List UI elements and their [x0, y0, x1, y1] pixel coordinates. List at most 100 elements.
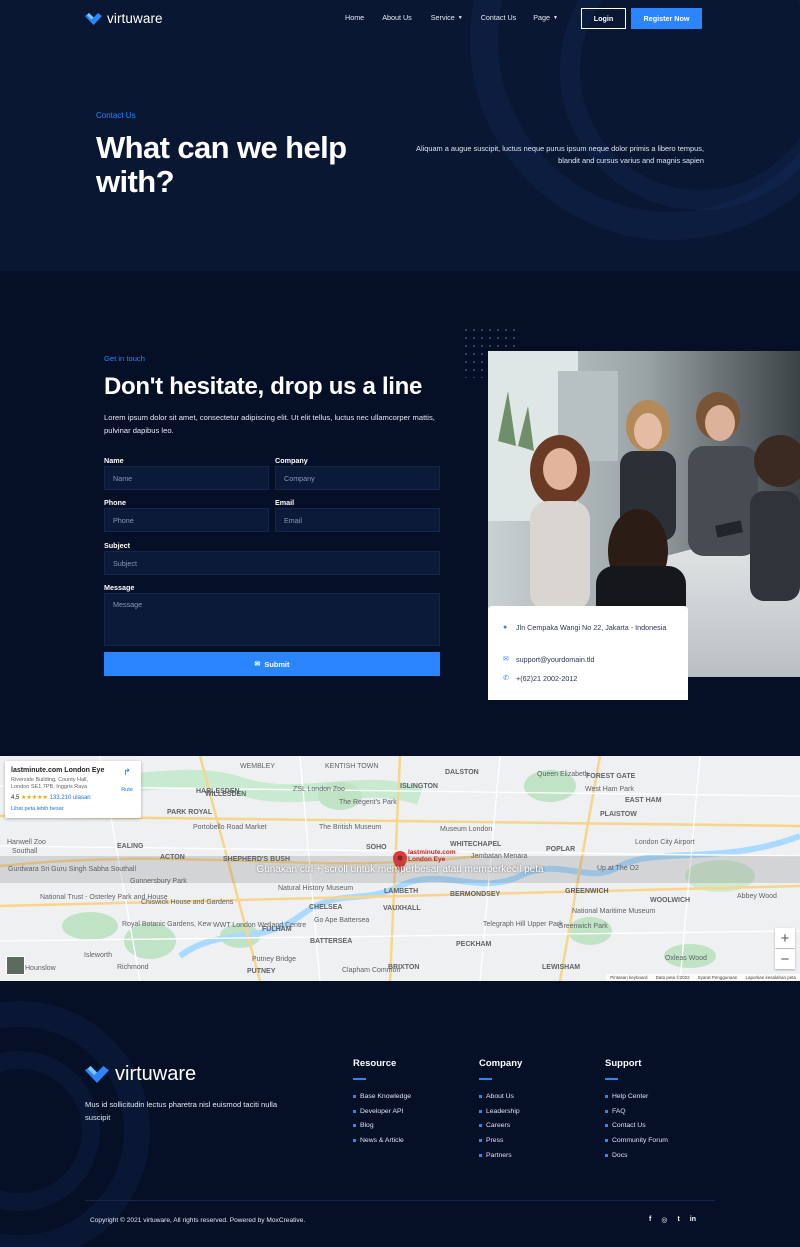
footer-link[interactable]: Community Forum — [605, 1133, 668, 1148]
section-description: Lorem ipsum dolor sit amet, consectetur … — [104, 413, 435, 435]
contact-section: Get in touch Don't hesitate, drop us a l… — [0, 271, 800, 756]
footer-link-label: Community Forum — [612, 1137, 668, 1145]
footer-link-label: News & Article — [360, 1137, 404, 1145]
logo-icon — [85, 1066, 109, 1083]
footer-link[interactable]: Press — [479, 1133, 522, 1148]
directions-icon: ↱ — [123, 767, 131, 777]
phone-row[interactable]: ✆ +(62)21 2002-2012 — [503, 673, 577, 684]
footer-column-support: Support Help Center FAQ Contact Us Commu… — [605, 1058, 668, 1163]
footer-link[interactable]: Contact Us — [605, 1119, 668, 1134]
report-error-link[interactable]: Laporkan kesalahan peta — [745, 975, 796, 980]
register-now-button[interactable]: Register Now — [631, 8, 702, 29]
larger-map-link[interactable]: Lihat peta lebih besar — [11, 806, 64, 812]
footer-link-label: Help Center — [612, 1092, 649, 1100]
svg-text:ISLINGTON: ISLINGTON — [400, 783, 438, 790]
svg-text:Portobello Road Market: Portobello Road Market — [193, 824, 267, 831]
svg-text:BRIXTON: BRIXTON — [388, 964, 419, 971]
footer-link[interactable]: Careers — [479, 1119, 522, 1134]
svg-text:WHITECHAPEL: WHITECHAPEL — [450, 841, 502, 848]
svg-text:GREENWICH: GREENWICH — [565, 888, 609, 895]
bullet-icon — [479, 1124, 482, 1128]
footer-link-label: Docs — [612, 1152, 628, 1160]
submit-button[interactable]: ✉ Submit — [104, 652, 440, 676]
nav-item-page[interactable]: Page ▼ — [533, 13, 558, 22]
svg-text:ZSL London Zoo: ZSL London Zoo — [293, 786, 345, 793]
keyboard-shortcuts-link[interactable]: Pintasan keyboard — [610, 975, 647, 980]
nav-item-contact-us[interactable]: Contact Us — [481, 13, 517, 22]
footer-link[interactable]: Partners — [479, 1148, 522, 1163]
footer-link[interactable]: FAQ — [605, 1104, 668, 1119]
bullet-icon — [353, 1094, 356, 1098]
svg-text:Greenwich Park: Greenwich Park — [558, 923, 608, 930]
address-row: ● Jln Cempaka Wangi No 22, Jakarta - Ind… — [503, 622, 678, 633]
copyright-text: Copyright © 2021 virtuware, All rights r… — [90, 1217, 306, 1224]
svg-text:WOOLWICH: WOOLWICH — [650, 897, 690, 904]
footer-link[interactable]: Help Center — [605, 1089, 668, 1104]
bullet-icon — [605, 1154, 608, 1158]
chevron-down-icon: ▼ — [457, 14, 463, 21]
footer-link[interactable]: Leadership — [479, 1104, 522, 1119]
svg-text:BATTERSEA: BATTERSEA — [310, 938, 352, 945]
svg-text:Abbey Wood: Abbey Wood — [737, 893, 777, 900]
footer-link[interactable]: About Us — [479, 1089, 522, 1104]
footer-link[interactable]: Blog — [353, 1119, 411, 1134]
footer-brand-logo[interactable]: virtuware — [85, 1063, 196, 1086]
place-rating: 4,5 ★★★★★ 133.210 ulasan — [11, 794, 91, 801]
footer-link-label: Blog — [360, 1122, 374, 1130]
email-text: support@yourdomain.tld — [516, 655, 595, 664]
site-footer: virtuware Mus id sollicitudin lectus pha… — [0, 981, 800, 1247]
nav-item-about-us[interactable]: About Us — [382, 13, 412, 22]
footer-column-title: Company — [479, 1058, 523, 1069]
company-field[interactable]: Company — [275, 466, 440, 490]
svg-text:POPLAR: POPLAR — [546, 846, 575, 853]
footer-link-label: Careers — [486, 1122, 511, 1130]
twitter-icon[interactable]: t — [677, 1216, 679, 1224]
instagram-icon[interactable]: ◎ — [661, 1216, 667, 1224]
subject-label: Subject — [104, 541, 130, 550]
svg-text:WWT London Wetland Centre: WWT London Wetland Centre — [213, 922, 306, 929]
subject-field[interactable]: Subject — [104, 551, 440, 575]
svg-text:HARLESDEN: HARLESDEN — [196, 788, 240, 795]
message-textarea[interactable]: Message — [104, 593, 440, 646]
satellite-toggle[interactable] — [6, 956, 25, 975]
linkedin-icon[interactable]: in — [690, 1216, 696, 1224]
footer-link[interactable]: Base Knowledge — [353, 1089, 411, 1104]
phone-field[interactable]: Phone — [104, 508, 269, 532]
bullet-icon — [605, 1139, 608, 1143]
email-field[interactable]: Email — [275, 508, 440, 532]
footer-link[interactable]: News & Article — [353, 1133, 411, 1148]
brand-logo[interactable]: virtuware — [85, 11, 163, 26]
nav-item-home[interactable]: Home — [345, 13, 364, 22]
place-address: Riverside Building, County Hall, London … — [11, 777, 89, 790]
name-field[interactable]: Name — [104, 466, 269, 490]
footer-link[interactable]: Developer API — [353, 1104, 411, 1119]
login-button[interactable]: Login — [581, 8, 626, 29]
nav-label: Service — [430, 13, 455, 22]
title-underline — [479, 1078, 492, 1080]
zoom-out-button[interactable]: − — [775, 949, 795, 969]
nav-item-service[interactable]: Service ▼ — [431, 13, 463, 22]
hero-description: Aliquam a augue suscipit, luctus neque p… — [416, 144, 704, 165]
bullet-icon — [479, 1139, 482, 1143]
route-label: Rute — [121, 787, 133, 793]
email-row[interactable]: ✉ support@yourdomain.tld — [503, 654, 594, 665]
hero-eyebrow: Contact Us — [96, 111, 136, 120]
nav-label: Home — [345, 13, 365, 22]
zoom-in-button[interactable]: + — [775, 928, 795, 948]
review-count[interactable]: 133.210 ulasan — [50, 795, 91, 801]
svg-text:Putney Bridge: Putney Bridge — [252, 956, 296, 963]
footer-link[interactable]: Docs — [605, 1148, 668, 1163]
nav-label: Page — [533, 13, 551, 22]
svg-text:KENTISH TOWN: KENTISH TOWN — [325, 763, 378, 770]
company-label: Company — [275, 456, 308, 465]
facebook-icon[interactable]: f — [649, 1216, 651, 1224]
place-name: lastminute.com London Eye — [11, 767, 105, 774]
title-underline — [353, 1078, 366, 1080]
bullet-icon — [605, 1094, 608, 1098]
route-button[interactable]: ↱ Rute — [118, 767, 136, 796]
svg-text:DALSTON: DALSTON — [445, 769, 479, 776]
terms-link[interactable]: Syarat Penggunaan — [698, 975, 738, 980]
svg-text:Hanwell Zoo: Hanwell Zoo — [7, 839, 46, 846]
bullet-icon — [479, 1154, 482, 1158]
embedded-map[interactable]: WEMBLEY WILLESDEN KENTISH TOWN DALSTON Q… — [0, 756, 800, 981]
